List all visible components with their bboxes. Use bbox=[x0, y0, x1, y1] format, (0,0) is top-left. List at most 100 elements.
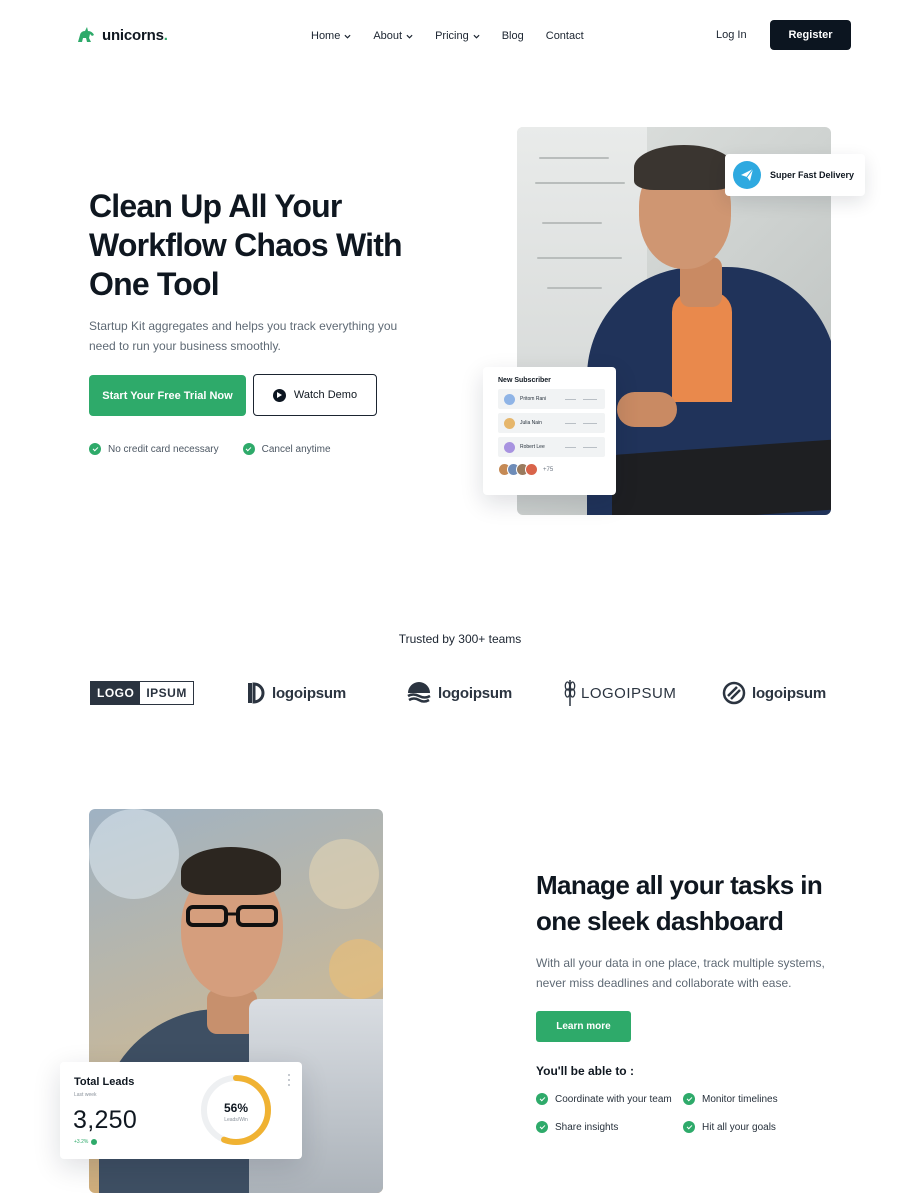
check-circle-icon bbox=[683, 1121, 695, 1133]
subscriber-row: Robert Lee bbox=[498, 437, 605, 457]
half-circle-logo-icon bbox=[248, 682, 265, 704]
nav-item-label: Blog bbox=[501, 30, 524, 42]
donut-caption: Leads/Win bbox=[224, 1117, 248, 1123]
leads-title: Total Leads bbox=[74, 1076, 135, 1088]
nav-item-blog[interactable]: Blog bbox=[502, 28, 524, 44]
avatar-stack: +75 bbox=[498, 463, 606, 476]
chevron-down-icon bbox=[344, 34, 351, 39]
check-circle-icon bbox=[242, 443, 255, 455]
main-menu: Home About Pricing Blog Contact bbox=[311, 28, 606, 44]
benefit-label: Cancel anytime bbox=[261, 443, 331, 455]
feature-label: Share insights bbox=[555, 1121, 619, 1133]
login-link[interactable]: Log In bbox=[716, 29, 747, 41]
brand-logo[interactable]: unicorns. bbox=[76, 26, 168, 44]
partner-logo: logoipsum bbox=[722, 676, 826, 710]
subscriber-name: Julia Nain bbox=[520, 420, 542, 426]
leads-delta-value: +3.2% bbox=[74, 1139, 89, 1145]
learn-more-button[interactable]: Learn more bbox=[536, 1011, 631, 1042]
logo-text: LOGOIPSUM bbox=[581, 684, 677, 702]
total-leads-card: Total Leads Last week 3,250 +3.2% 56% Le… bbox=[60, 1062, 302, 1159]
more-options-icon[interactable] bbox=[288, 1074, 291, 1086]
nav-item-home[interactable]: Home bbox=[311, 28, 351, 44]
watch-demo-label: Watch Demo bbox=[293, 389, 358, 401]
dashboard-section-subtitle: With all your data in one place, track m… bbox=[536, 956, 825, 990]
avatar bbox=[504, 393, 515, 405]
logo-text: logoipsum bbox=[438, 684, 513, 702]
logo-text: LOGO bbox=[91, 682, 141, 704]
delivery-badge: Super Fast Delivery bbox=[725, 154, 865, 196]
features-heading: You'll be able to : bbox=[536, 1064, 634, 1078]
partner-logo: LOGO IPSUM bbox=[90, 676, 194, 710]
glasses bbox=[186, 905, 278, 927]
brand-name: unicorns. bbox=[102, 26, 168, 44]
donut-percent: 56% bbox=[223, 1101, 249, 1115]
logo-text: IPSUM bbox=[146, 686, 187, 700]
chevron-down-icon bbox=[406, 34, 413, 39]
subscriber-row: Pritom Rani bbox=[498, 389, 605, 409]
register-button[interactable]: Register bbox=[770, 20, 851, 50]
nav-item-label: Home bbox=[311, 30, 341, 42]
benefit-item: No credit card necessary bbox=[89, 443, 219, 455]
nav-item-contact[interactable]: Contact bbox=[546, 28, 584, 44]
trend-up-icon bbox=[91, 1139, 98, 1145]
leads-value: 3,250 bbox=[73, 1106, 138, 1134]
avatar bbox=[504, 417, 515, 429]
nav-item-pricing[interactable]: Pricing bbox=[435, 28, 480, 44]
whiteboard-scribble bbox=[537, 257, 622, 259]
nav-item-label: Pricing bbox=[435, 30, 469, 42]
feature-label: Hit all your goals bbox=[702, 1121, 776, 1133]
chevron-down-icon bbox=[473, 34, 480, 39]
subscriber-row: Julia Nain bbox=[498, 413, 605, 433]
check-circle-icon bbox=[536, 1093, 548, 1105]
hero-subtitle: Startup Kit aggregates and helps you tra… bbox=[89, 319, 398, 353]
nav-item-about[interactable]: About bbox=[373, 28, 413, 44]
person-hair bbox=[181, 847, 281, 895]
partner-logo: logoipsum bbox=[406, 676, 512, 710]
wheat-logo-icon bbox=[564, 680, 576, 706]
leads-period: Last week bbox=[74, 1092, 97, 1098]
start-free-trial-button[interactable]: Start Your Free Trial Now bbox=[89, 375, 246, 416]
placeholder-lines bbox=[565, 398, 597, 400]
extra-subscribers-count: +75 bbox=[543, 466, 554, 473]
nav-item-label: Contact bbox=[545, 30, 584, 42]
feature-label: Monitor timelines bbox=[702, 1093, 778, 1105]
unicorn-icon bbox=[78, 27, 94, 42]
check-circle-icon bbox=[536, 1121, 548, 1133]
partner-logo: logoipsum bbox=[247, 676, 346, 710]
feature-item: Share insights bbox=[536, 1121, 618, 1133]
feature-item: Monitor timelines bbox=[683, 1093, 778, 1105]
bokeh-light bbox=[329, 939, 383, 999]
whiteboard-scribble bbox=[539, 157, 609, 159]
check-circle-icon bbox=[89, 443, 101, 455]
subscriber-name: Robert Lee bbox=[520, 444, 545, 450]
person-hair bbox=[634, 145, 734, 190]
avatar bbox=[525, 463, 538, 476]
hero-title: Clean Up All Your Workflow Chaos With On… bbox=[89, 188, 403, 302]
person-shirt bbox=[672, 292, 732, 402]
placeholder-lines bbox=[565, 446, 597, 448]
partner-logos: LOGO IPSUM logoipsum logoipsum LOGOIPSUM… bbox=[89, 676, 831, 710]
logo-text: logoipsum bbox=[272, 684, 347, 702]
feature-item: Coordinate with your team bbox=[536, 1093, 672, 1105]
striped-circle-logo-icon bbox=[722, 681, 746, 705]
placeholder-lines bbox=[565, 422, 597, 424]
benefit-item: Cancel anytime bbox=[242, 443, 331, 455]
dashboard-section-title: Manage all your tasks in one sleek dashb… bbox=[536, 870, 823, 936]
logo-text: logoipsum bbox=[752, 684, 827, 702]
bokeh-light bbox=[89, 809, 179, 899]
delivery-badge-label: Super Fast Delivery bbox=[770, 170, 855, 180]
top-navigation: unicorns. Home About Pricing Blog Contac… bbox=[0, 0, 920, 70]
watch-demo-button[interactable]: Watch Demo bbox=[253, 374, 377, 416]
feature-label: Coordinate with your team bbox=[555, 1093, 672, 1105]
trusted-heading: Trusted by 300+ teams bbox=[398, 632, 522, 646]
avatar bbox=[504, 441, 515, 453]
leads-delta: +3.2% bbox=[74, 1139, 98, 1145]
check-circle-icon bbox=[683, 1093, 695, 1105]
paper-plane-icon bbox=[733, 161, 761, 189]
whiteboard-scribble bbox=[535, 182, 625, 184]
whiteboard-scribble bbox=[547, 287, 602, 289]
subscriber-card-title: New Subscriber bbox=[498, 377, 551, 384]
benefit-label: No credit card necessary bbox=[108, 443, 219, 455]
play-icon bbox=[272, 388, 286, 402]
waves-logo-icon bbox=[407, 682, 431, 703]
